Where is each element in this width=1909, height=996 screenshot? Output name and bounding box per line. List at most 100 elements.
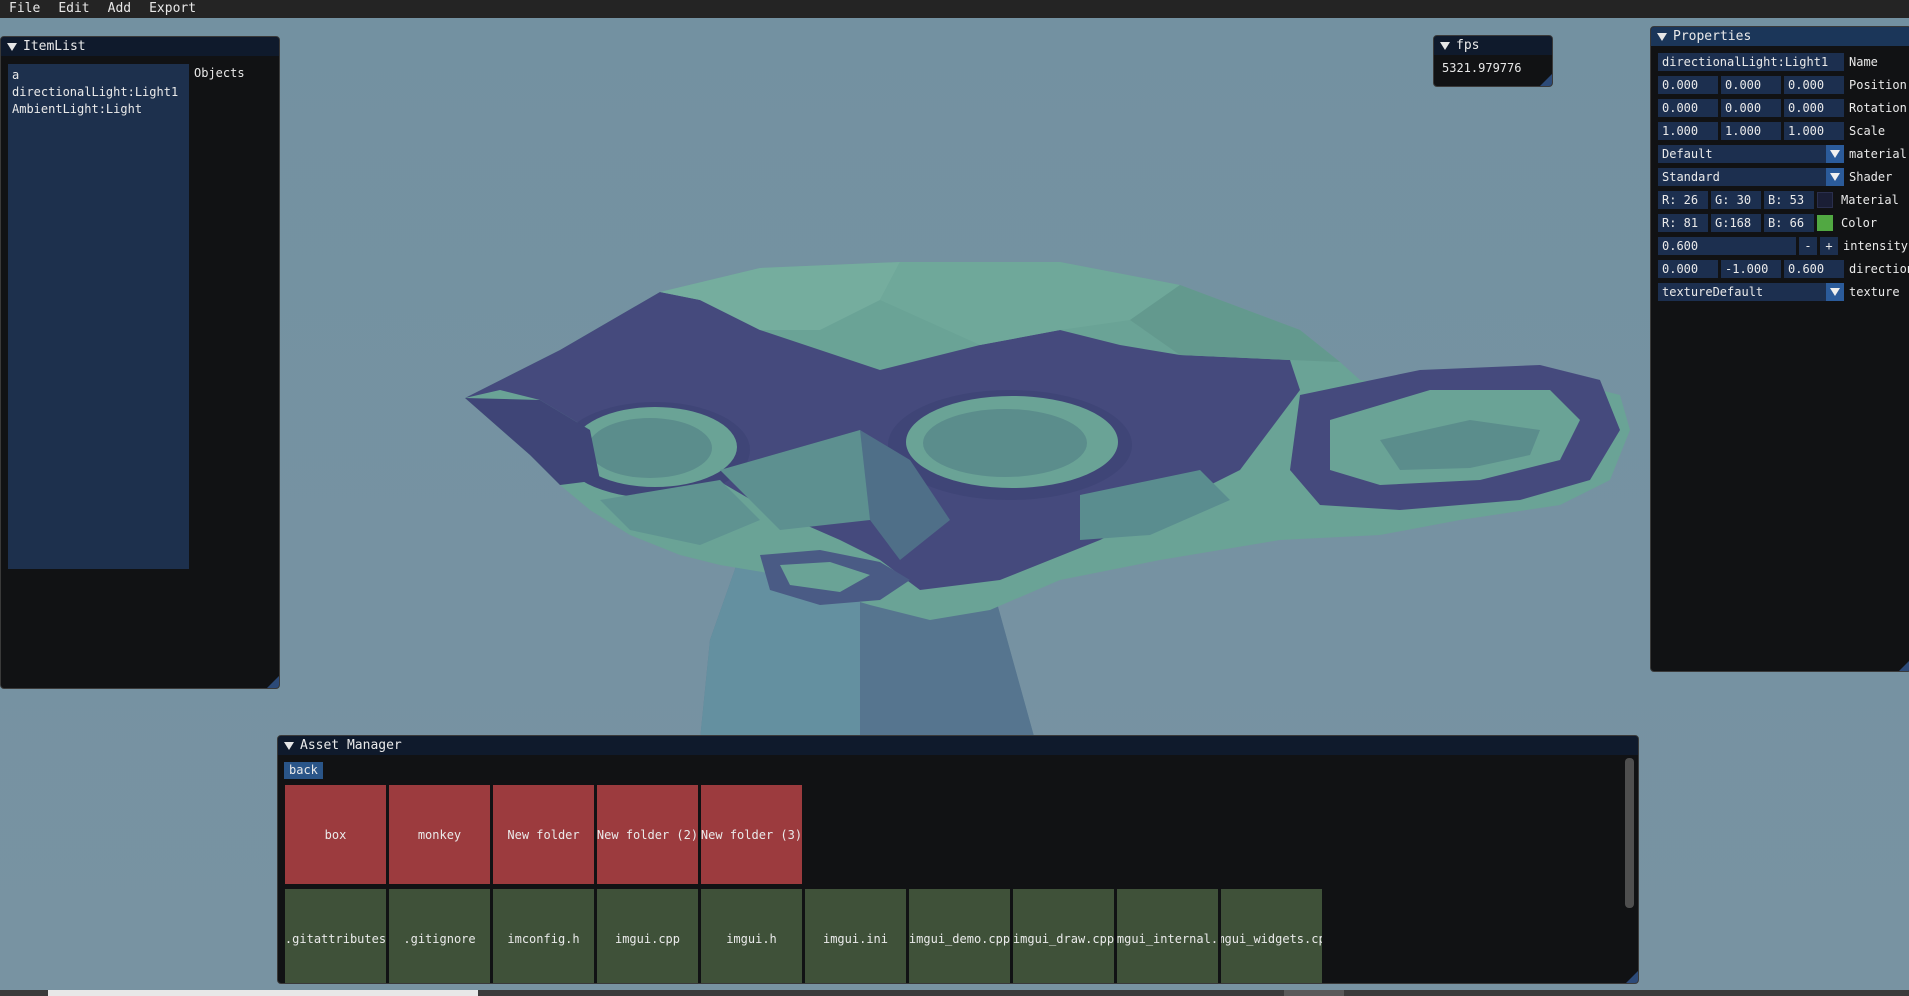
material-color-swatch[interactable]	[1817, 192, 1833, 208]
item-listbox[interactable]: a directionalLight:Light1 AmbientLight:L…	[8, 64, 189, 569]
file-tile[interactable]: imgui_widgets.cpp	[1221, 889, 1322, 983]
horizontal-scrollbar[interactable]	[0, 990, 1909, 996]
direction-y-field[interactable]: -1.000	[1721, 260, 1781, 278]
resize-grip-icon[interactable]	[267, 676, 279, 688]
scrollbar-thumb[interactable]	[48, 990, 478, 996]
light-color-row: R: 81 G:168 B: 66 Color	[1658, 214, 1877, 232]
texture-dropdown[interactable]: textureDefault	[1658, 283, 1844, 301]
intensity-label: intensity	[1843, 239, 1909, 253]
intensity-row: 0.600 - + intensity	[1658, 237, 1908, 255]
itemlist-titlebar[interactable]: ItemList	[1, 37, 279, 56]
fps-window: fps 5321.979776	[1433, 35, 1553, 87]
material-dropdown-value: Default	[1662, 147, 1713, 161]
light-g-field[interactable]: G:168	[1711, 214, 1761, 232]
light-b-field[interactable]: B: 66	[1764, 214, 1814, 232]
menu-edit[interactable]: Edit	[49, 0, 98, 18]
file-tile[interactable]: imgui.ini	[805, 889, 906, 983]
collapse-triangle-icon[interactable]	[284, 741, 294, 750]
position-x-field[interactable]: 0.000	[1658, 76, 1718, 94]
shader-dropdown-value: Standard	[1662, 170, 1720, 184]
shader-label: Shader	[1849, 170, 1893, 184]
name-row: directionalLight:Light1 Name	[1658, 53, 1878, 71]
chevron-down-icon[interactable]	[1826, 168, 1844, 186]
light-color-swatch[interactable]	[1817, 215, 1833, 231]
shader-row: Standard Shader	[1658, 168, 1892, 186]
collapse-triangle-icon[interactable]	[1657, 32, 1667, 41]
itemlist-title: ItemList	[23, 39, 86, 54]
folder-tile[interactable]: New folder (3)	[701, 785, 802, 884]
chevron-down-icon[interactable]	[1826, 145, 1844, 163]
properties-title: Properties	[1673, 29, 1752, 44]
menu-export[interactable]: Export	[140, 0, 205, 18]
intensity-field[interactable]: 0.600	[1658, 237, 1796, 255]
texture-row: textureDefault texture	[1658, 283, 1900, 301]
material-r-field[interactable]: R: 26	[1658, 191, 1708, 209]
asset-scrollbar[interactable]	[1625, 758, 1634, 908]
position-z-field[interactable]: 0.000	[1784, 76, 1844, 94]
position-y-field[interactable]: 0.000	[1721, 76, 1781, 94]
direction-x-field[interactable]: 0.000	[1658, 260, 1718, 278]
file-tile[interactable]: imgui_draw.cpp	[1013, 889, 1114, 983]
file-tile[interactable]: imgui.cpp	[597, 889, 698, 983]
list-item[interactable]: a	[8, 67, 189, 84]
file-tile[interactable]: imgui_internal.h	[1117, 889, 1218, 983]
menu-file[interactable]: File	[0, 0, 49, 18]
file-tile[interactable]: imgui.h	[701, 889, 802, 983]
scale-y-field[interactable]: 1.000	[1721, 122, 1781, 140]
collapse-triangle-icon[interactable]	[7, 42, 17, 51]
direction-z-field[interactable]: 0.600	[1784, 260, 1844, 278]
menu-bar: File Edit Add Export	[0, 0, 1909, 18]
material-dropdown[interactable]: Default	[1658, 145, 1844, 163]
file-tile[interactable]: imgui_demo.cpp	[909, 889, 1010, 983]
properties-window: Properties directionalLight:Light1 Name …	[1650, 26, 1909, 672]
file-tile[interactable]: .gitattributes	[285, 889, 386, 983]
intensity-plus-button[interactable]: +	[1820, 237, 1838, 255]
properties-titlebar[interactable]: Properties	[1651, 27, 1909, 46]
menu-add[interactable]: Add	[99, 0, 140, 18]
direction-label: direction	[1849, 262, 1909, 276]
intensity-minus-button[interactable]: -	[1799, 237, 1817, 255]
folder-tile[interactable]: monkey	[389, 785, 490, 884]
material-row: Default material	[1658, 145, 1907, 163]
list-item[interactable]: AmbientLight:Light	[8, 101, 189, 118]
rotation-z-field[interactable]: 0.000	[1784, 99, 1844, 117]
list-item[interactable]: directionalLight:Light1	[8, 84, 189, 101]
back-button[interactable]: back	[284, 762, 323, 779]
rotation-x-field[interactable]: 0.000	[1658, 99, 1718, 117]
objects-label: Objects	[194, 66, 245, 80]
file-tile[interactable]: imconfig.h	[493, 889, 594, 983]
position-row: 0.000 0.000 0.000 Position	[1658, 76, 1907, 94]
folder-tile[interactable]: New folder	[493, 785, 594, 884]
scrollbar-marker	[1284, 990, 1344, 996]
name-label: Name	[1849, 55, 1878, 69]
material-color-row: R: 26 G: 30 B: 53 Material	[1658, 191, 1899, 209]
resize-grip-icon[interactable]	[1626, 971, 1638, 983]
file-tile[interactable]: .gitignore	[389, 889, 490, 983]
folder-tile[interactable]: box	[285, 785, 386, 884]
scale-row: 1.000 1.000 1.000 Scale	[1658, 122, 1885, 140]
collapse-triangle-icon[interactable]	[1440, 41, 1450, 50]
shader-dropdown[interactable]: Standard	[1658, 168, 1844, 186]
position-label: Position	[1849, 78, 1907, 92]
name-field[interactable]: directionalLight:Light1	[1658, 53, 1844, 71]
chevron-down-icon[interactable]	[1826, 283, 1844, 301]
scale-label: Scale	[1849, 124, 1886, 138]
fps-value: 5321.979776	[1442, 61, 1522, 75]
asset-manager-titlebar[interactable]: Asset Manager	[278, 736, 1638, 755]
fps-titlebar[interactable]: fps	[1434, 36, 1552, 55]
resize-grip-icon[interactable]	[1899, 659, 1909, 671]
rotation-label: Rotation	[1849, 101, 1907, 115]
scale-z-field[interactable]: 1.000	[1784, 122, 1844, 140]
asset-manager-window: Asset Manager back box monkey New folder…	[277, 735, 1639, 984]
scale-x-field[interactable]: 1.000	[1658, 122, 1718, 140]
texture-label: texture	[1849, 285, 1900, 299]
resize-grip-icon[interactable]	[1540, 74, 1552, 86]
material-b-field[interactable]: B: 53	[1764, 191, 1814, 209]
light-r-field[interactable]: R: 81	[1658, 214, 1708, 232]
direction-row: 0.000 -1.000 0.600 direction	[1658, 260, 1909, 278]
material-g-field[interactable]: G: 30	[1711, 191, 1761, 209]
rotation-y-field[interactable]: 0.000	[1721, 99, 1781, 117]
folder-tile[interactable]: New folder (2)	[597, 785, 698, 884]
rotation-row: 0.000 0.000 0.000 Rotation	[1658, 99, 1907, 117]
asset-manager-title: Asset Manager	[300, 738, 402, 753]
